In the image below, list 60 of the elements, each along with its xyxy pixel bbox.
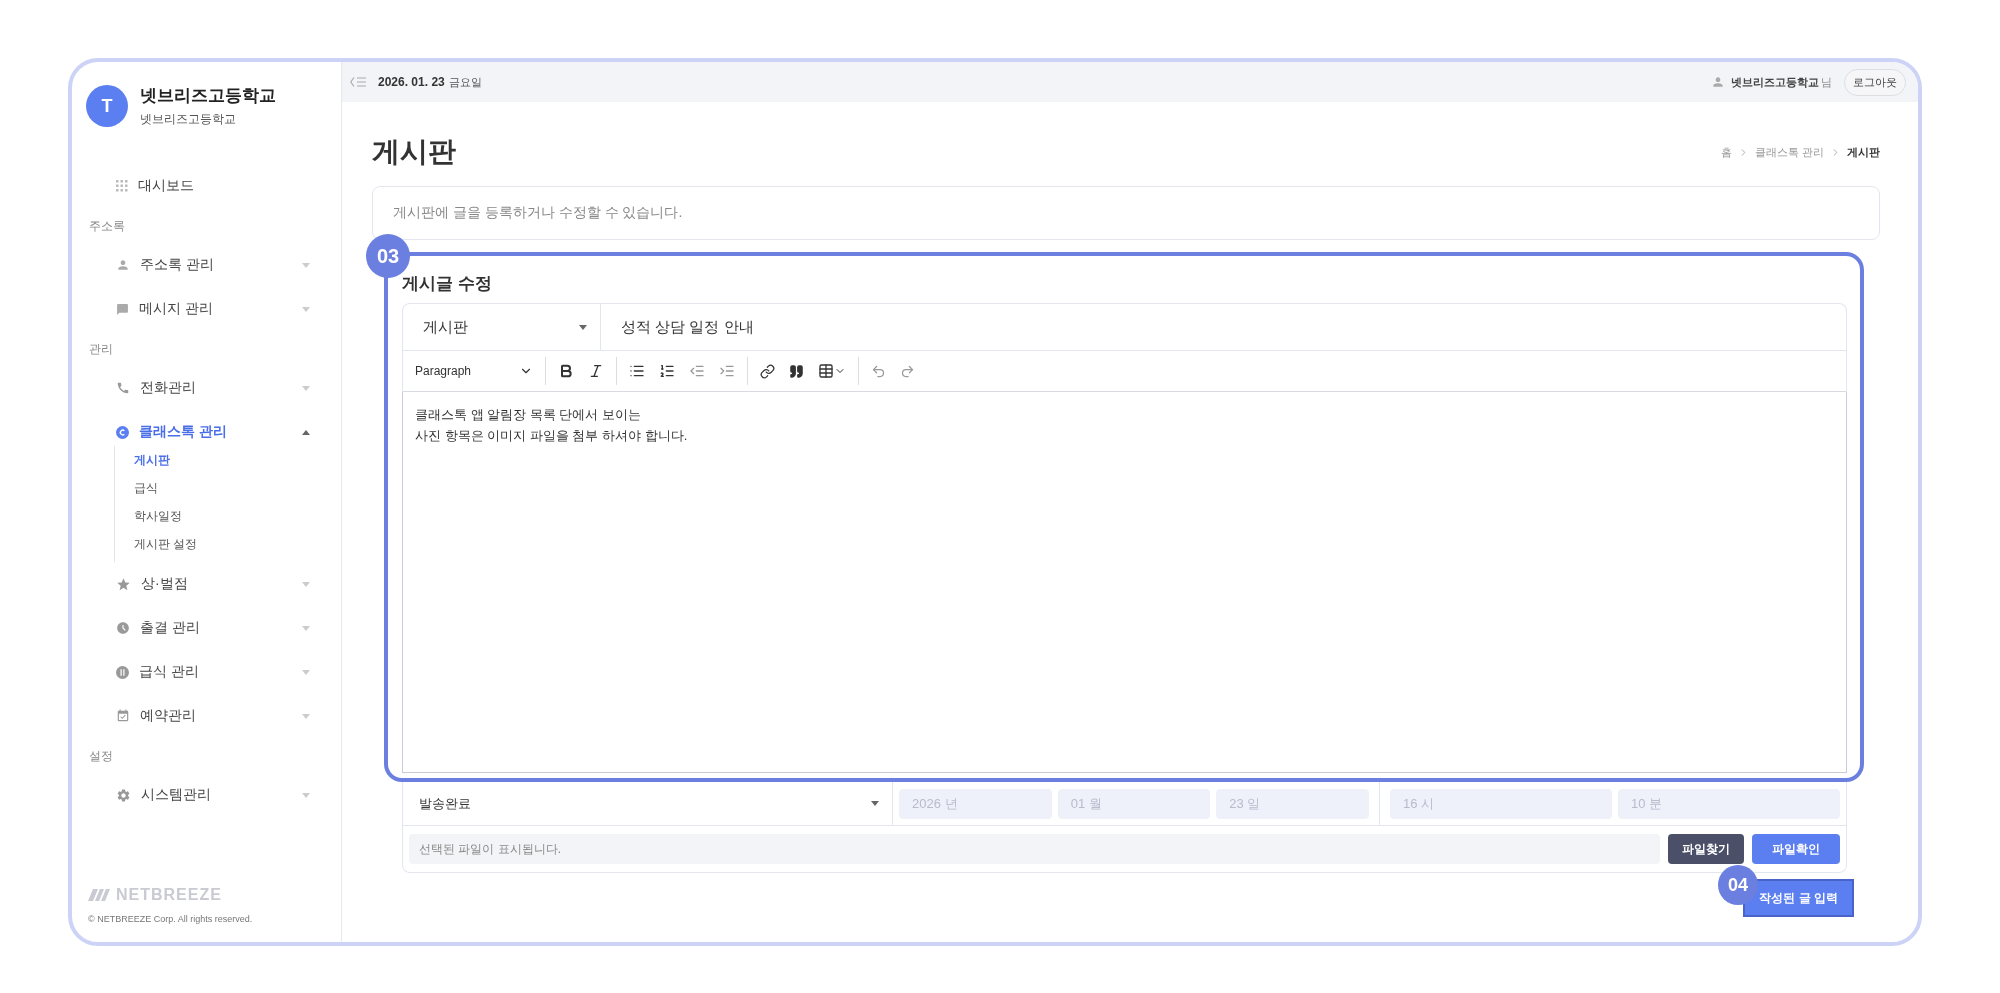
caret-down-icon bbox=[871, 801, 879, 806]
nav-section-heading: 관리 bbox=[88, 341, 114, 358]
sidebar-item[interactable]: 상·벌점 bbox=[72, 562, 341, 606]
caret-down-icon bbox=[302, 306, 310, 312]
phone-icon bbox=[116, 381, 130, 395]
page-title: 게시판 bbox=[372, 135, 456, 169]
sidebar-subitem[interactable]: 급식 bbox=[115, 474, 341, 502]
nav-section-heading: 주소록 bbox=[88, 218, 126, 235]
sidebar-subitem[interactable]: 게시판 설정 bbox=[115, 530, 341, 558]
breadcrumb-item[interactable]: 게시판 bbox=[1847, 144, 1880, 160]
date-text: 2026. 01. 23 bbox=[378, 75, 445, 89]
logout-button[interactable]: 로그아웃 bbox=[1844, 68, 1906, 96]
step-badge: 03 bbox=[366, 234, 410, 278]
caret-down-icon bbox=[579, 324, 587, 330]
c-circle-icon bbox=[116, 425, 129, 439]
editor-text-line: 클래스톡 앱 알림장 목록 단에서 보이는 bbox=[415, 406, 643, 424]
user-name: 넷브리즈고등학교 bbox=[1731, 74, 1819, 90]
caret-down-icon bbox=[302, 262, 310, 268]
caret-down-icon bbox=[302, 625, 310, 631]
board-select[interactable]: 게시판 bbox=[403, 304, 601, 350]
caret-down-icon bbox=[302, 385, 310, 391]
caret-down-icon bbox=[302, 792, 310, 798]
settings-icon bbox=[116, 787, 131, 803]
person-icon bbox=[116, 258, 130, 272]
school-name: 넷브리즈고등학교 bbox=[140, 85, 276, 107]
status-select[interactable]: 발송완료 bbox=[403, 782, 893, 825]
sidebar-item[interactable]: 급식 관리 bbox=[72, 650, 341, 694]
browse-file-button[interactable]: 파일찾기 bbox=[1668, 834, 1744, 864]
step-badge: 04 bbox=[1718, 865, 1758, 905]
honorific-text: 님 bbox=[1821, 74, 1832, 90]
user-icon bbox=[1711, 75, 1725, 89]
editor-body[interactable]: 클래스톡 앱 알림장 목록 단에서 보이는 사진 항목은 이미지 파일을 첨부 하셔야 합니다. bbox=[402, 392, 1847, 773]
sidebar-item[interactable]: 전화관리 bbox=[72, 366, 341, 410]
nav-section-heading: 설정 bbox=[88, 748, 114, 765]
editor-text-line: 사진 항목은 이미지 파일을 첨부 하셔야 합니다. bbox=[415, 427, 689, 445]
sidebar-item[interactable]: 예약관리 bbox=[72, 694, 341, 738]
logo-mark-icon bbox=[88, 889, 110, 901]
sidebar-item[interactable]: 대시보드 bbox=[72, 164, 341, 208]
sidebar-item[interactable]: 메시지 관리 bbox=[72, 287, 341, 331]
caret-up-icon bbox=[302, 429, 310, 435]
description-box: 게시판에 글을 등록하거나 수정할 수 있습니다. bbox=[372, 186, 1880, 240]
clock-icon bbox=[116, 621, 130, 635]
calendar-check-icon bbox=[116, 709, 130, 723]
sidebar-item[interactable]: 주소록 관리 bbox=[72, 243, 341, 287]
grid-icon bbox=[116, 180, 128, 192]
weekday-text: 금요일 bbox=[448, 74, 482, 90]
sidebar-subitem[interactable]: 학사일정 bbox=[115, 502, 341, 530]
star-icon bbox=[116, 576, 131, 592]
sidebar-item[interactable]: 출결 관리 bbox=[72, 606, 341, 650]
chat-icon bbox=[116, 302, 129, 316]
caret-down-icon bbox=[302, 713, 310, 719]
paragraph-format-dropdown[interactable]: Paragraph bbox=[413, 364, 539, 378]
school-avatar: T bbox=[86, 85, 128, 127]
caret-down-icon bbox=[302, 581, 310, 587]
title-input-field[interactable]: 성적 상담 일정 안내 bbox=[601, 304, 1846, 350]
school-subtitle: 넷브리즈고등학교 bbox=[140, 111, 237, 128]
sidebar-item[interactable]: 시스템관리 bbox=[72, 773, 341, 817]
copyright-text: © NETBREEZE Corp. All rights reserved. bbox=[88, 914, 254, 924]
confirm-file-button[interactable]: 파일확인 bbox=[1752, 834, 1840, 864]
caret-down-icon bbox=[302, 669, 310, 675]
